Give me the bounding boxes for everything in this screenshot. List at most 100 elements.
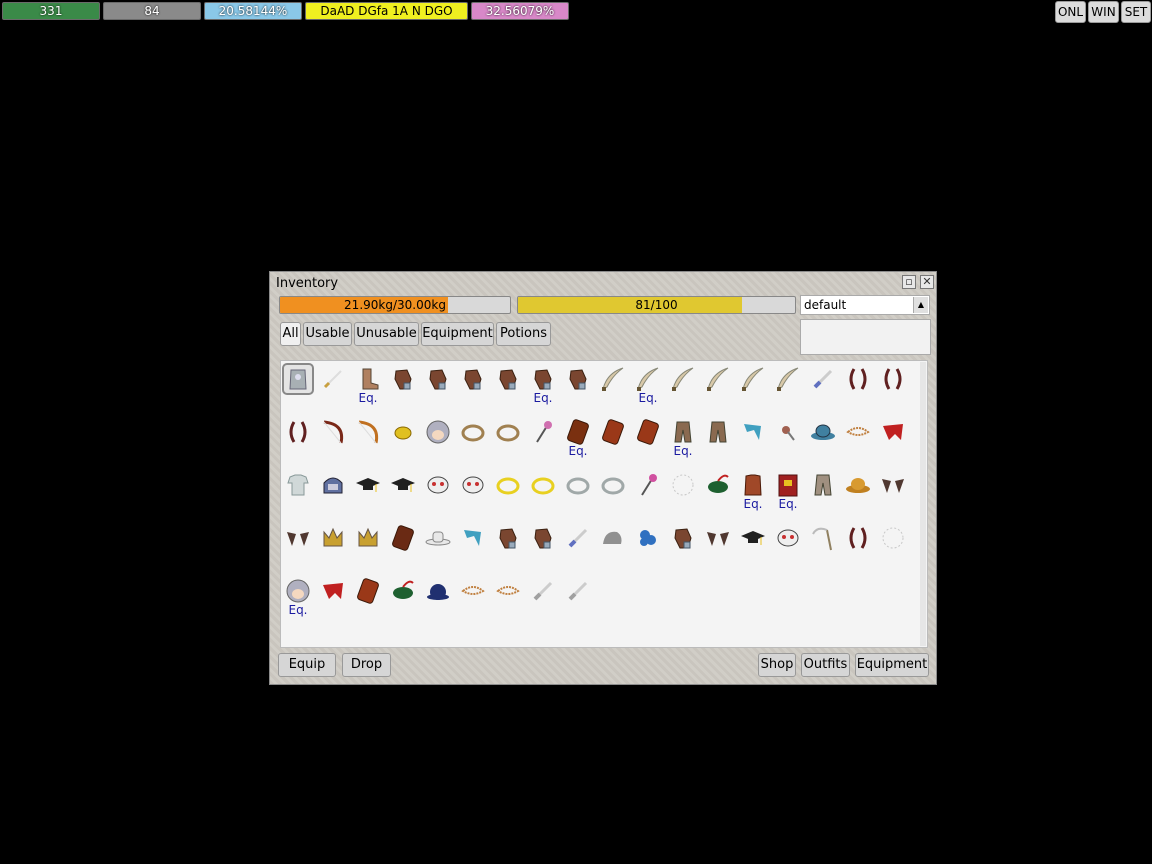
close-button[interactable]: ✕: [920, 275, 934, 289]
inventory-slot[interactable]: [421, 520, 455, 566]
inventory-slot[interactable]: [386, 414, 420, 460]
inventory-slot[interactable]: [456, 414, 490, 460]
inventory-slot[interactable]: [526, 520, 560, 566]
inventory-slot[interactable]: Eq.: [561, 414, 595, 460]
shop-button[interactable]: Shop: [758, 653, 796, 677]
inventory-slot[interactable]: [631, 414, 665, 460]
inventory-slot[interactable]: [351, 467, 385, 513]
inventory-slot[interactable]: [876, 361, 910, 407]
inventory-slot[interactable]: [666, 467, 700, 513]
tab-all[interactable]: All: [280, 322, 301, 346]
inventory-slot[interactable]: [841, 467, 875, 513]
inventory-slot[interactable]: Eq.: [631, 361, 665, 407]
outfits-button[interactable]: Outfits: [801, 653, 850, 677]
inventory-slot[interactable]: [351, 573, 385, 619]
filter-dropdown[interactable]: default ▲: [800, 295, 930, 315]
inventory-slot[interactable]: [421, 573, 455, 619]
inventory-slot[interactable]: [386, 520, 420, 566]
inventory-slot[interactable]: [456, 520, 490, 566]
tab-unusable[interactable]: Unusable: [354, 322, 419, 346]
inventory-slot[interactable]: [491, 414, 525, 460]
inventory-slot[interactable]: [281, 467, 315, 513]
inventory-slot[interactable]: [316, 361, 350, 407]
inventory-slot[interactable]: [841, 414, 875, 460]
inventory-slot[interactable]: [526, 467, 560, 513]
inventory-slot[interactable]: [351, 520, 385, 566]
drop-button[interactable]: Drop: [342, 653, 391, 677]
inventory-slot[interactable]: Eq.: [771, 467, 805, 513]
inventory-slot[interactable]: [771, 414, 805, 460]
online-button[interactable]: ONL: [1055, 1, 1086, 23]
inventory-slot[interactable]: [386, 361, 420, 407]
inventory-slot[interactable]: [736, 520, 770, 566]
inventory-slot[interactable]: [596, 467, 630, 513]
inventory-slot[interactable]: [456, 361, 490, 407]
grid-scrollbar[interactable]: [920, 362, 926, 646]
inventory-slot[interactable]: [491, 467, 525, 513]
inventory-slot[interactable]: [561, 467, 595, 513]
inventory-slot[interactable]: [701, 361, 735, 407]
inventory-slot[interactable]: [316, 520, 350, 566]
inventory-slot[interactable]: [526, 414, 560, 460]
inventory-slot[interactable]: [736, 414, 770, 460]
inventory-slot[interactable]: [736, 361, 770, 407]
inventory-slot[interactable]: Eq.: [666, 414, 700, 460]
inventory-slot[interactable]: [806, 414, 840, 460]
inventory-slot[interactable]: [316, 414, 350, 460]
inventory-slot[interactable]: [876, 414, 910, 460]
inventory-slot[interactable]: [771, 520, 805, 566]
inventory-slot[interactable]: [666, 361, 700, 407]
pants-icon: [809, 471, 837, 499]
inventory-slot[interactable]: [806, 520, 840, 566]
inventory-slot[interactable]: [351, 414, 385, 460]
inventory-slot[interactable]: [561, 520, 595, 566]
inventory-slot[interactable]: [316, 573, 350, 619]
inventory-slot[interactable]: [631, 467, 665, 513]
inventory-slot[interactable]: [316, 467, 350, 513]
inventory-slot[interactable]: [491, 520, 525, 566]
inventory-slot[interactable]: [386, 573, 420, 619]
sticky-button[interactable]: ▫: [902, 275, 916, 289]
inventory-slot[interactable]: [876, 467, 910, 513]
inventory-slot[interactable]: [421, 467, 455, 513]
tab-usable[interactable]: Usable: [303, 322, 352, 346]
inventory-slot[interactable]: [841, 520, 875, 566]
inventory-slot[interactable]: [281, 414, 315, 460]
equipment-button[interactable]: Equipment: [855, 653, 929, 677]
tab-potions[interactable]: Potions: [496, 322, 551, 346]
inventory-slot[interactable]: [596, 520, 630, 566]
inventory-slot[interactable]: Eq.: [281, 573, 315, 619]
inventory-slot[interactable]: [561, 361, 595, 407]
inventory-slot[interactable]: Eq.: [351, 361, 385, 407]
inventory-slot[interactable]: [841, 361, 875, 407]
inventory-slot[interactable]: [281, 520, 315, 566]
inventory-slot[interactable]: [771, 361, 805, 407]
tab-equipment[interactable]: Equipment: [421, 322, 494, 346]
glove-icon: [669, 524, 697, 552]
inventory-slot[interactable]: [631, 520, 665, 566]
inventory-slot[interactable]: [806, 361, 840, 407]
inventory-slot[interactable]: [701, 467, 735, 513]
inventory-slot[interactable]: Eq.: [736, 467, 770, 513]
inventory-slot[interactable]: Eq.: [526, 361, 560, 407]
windows-button[interactable]: WIN: [1088, 1, 1119, 23]
inventory-slot[interactable]: [526, 573, 560, 619]
inventory-slot[interactable]: [456, 573, 490, 619]
inventory-slot[interactable]: [701, 520, 735, 566]
inventory-slot[interactable]: [876, 520, 910, 566]
inventory-slot[interactable]: [281, 361, 315, 407]
inventory-slot[interactable]: [386, 467, 420, 513]
inventory-slot[interactable]: [701, 414, 735, 460]
inventory-slot[interactable]: [491, 573, 525, 619]
settings-button[interactable]: SET: [1121, 1, 1151, 23]
inventory-slot[interactable]: [456, 467, 490, 513]
inventory-slot[interactable]: [561, 573, 595, 619]
inventory-slot[interactable]: [666, 520, 700, 566]
inventory-slot[interactable]: [491, 361, 525, 407]
equip-button[interactable]: Equip: [278, 653, 336, 677]
inventory-slot[interactable]: [421, 361, 455, 407]
inventory-slot[interactable]: [806, 467, 840, 513]
inventory-slot[interactable]: [421, 414, 455, 460]
inventory-slot[interactable]: [596, 414, 630, 460]
inventory-slot[interactable]: [596, 361, 630, 407]
